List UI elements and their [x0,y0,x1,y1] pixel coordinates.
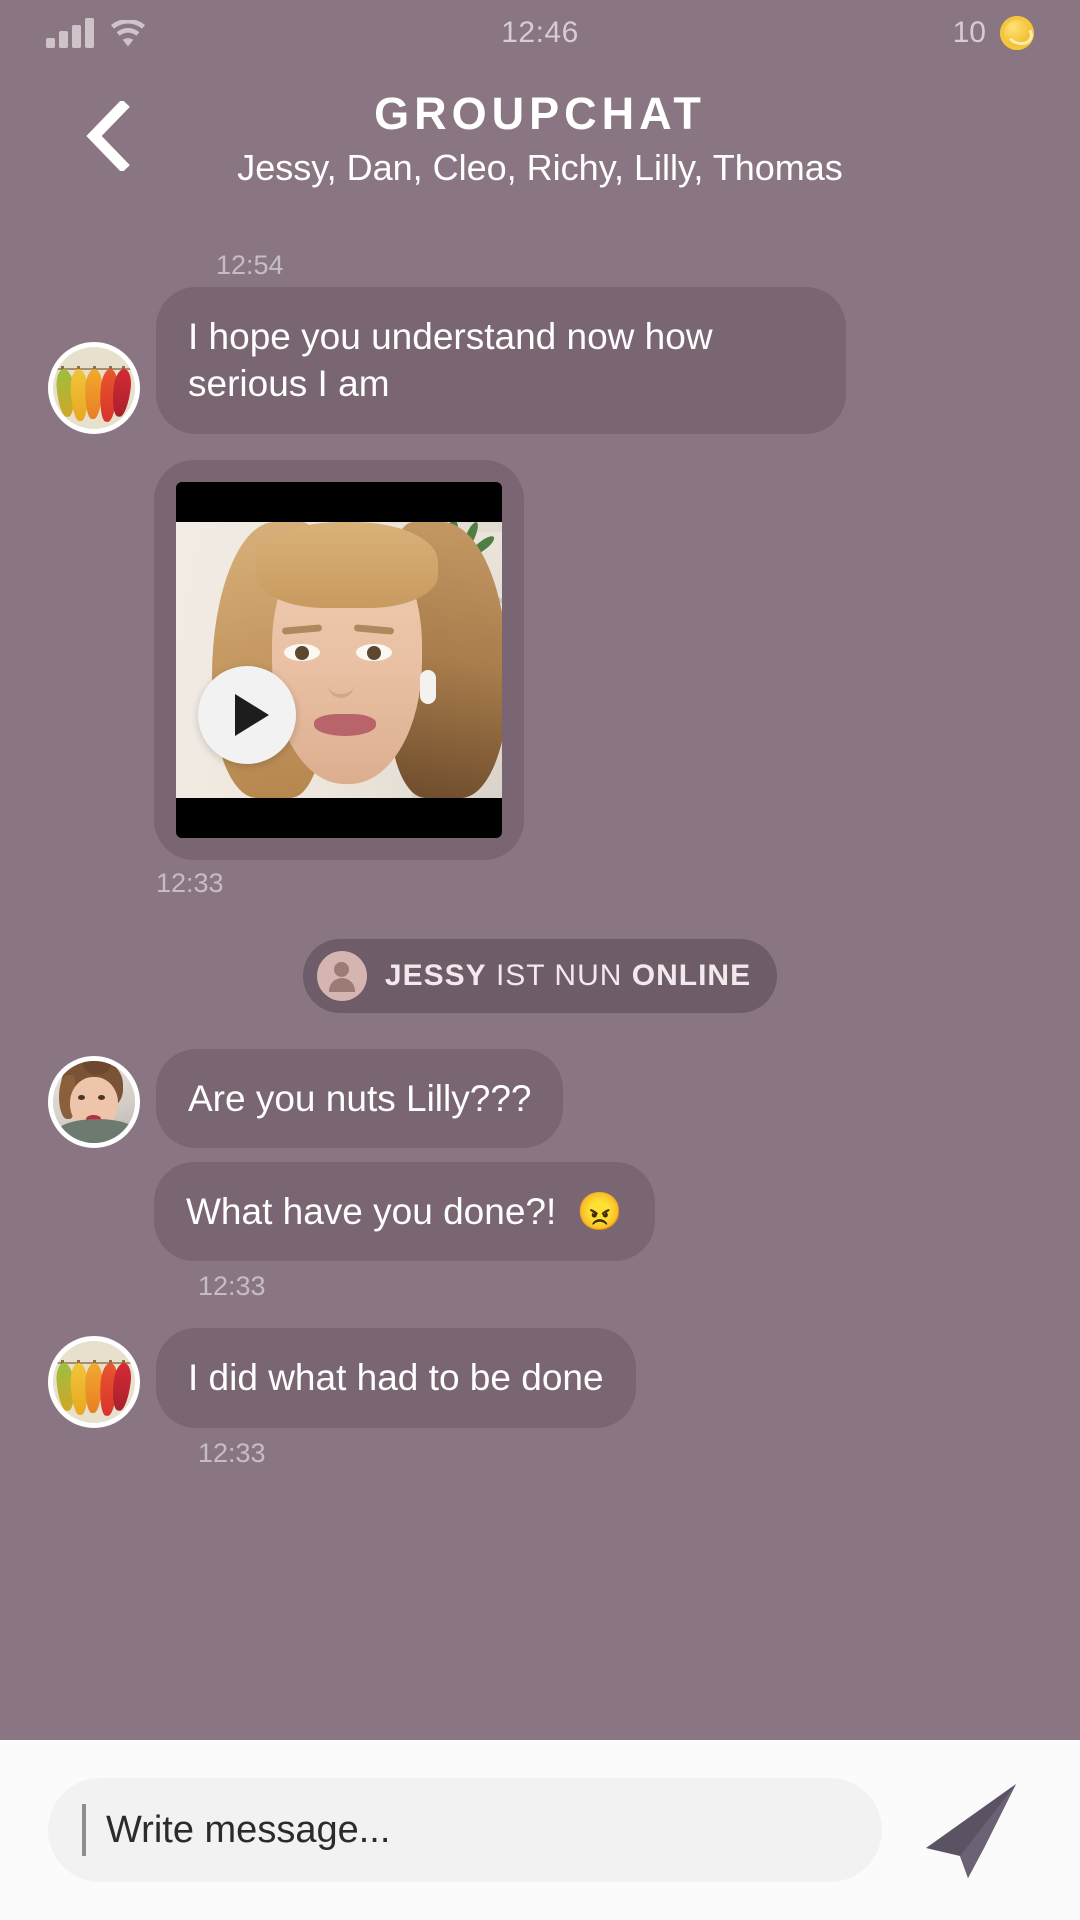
message-bubble[interactable]: I hope you understand now how serious I … [156,287,846,434]
play-icon[interactable] [198,665,296,764]
online-user-name: JESSY [384,958,487,992]
message-row: Are you nuts Lilly??? [48,1048,1032,1149]
online-middle-text: IST NUN [486,958,632,992]
online-status-badge: JESSY IST NUN ONLINE [302,938,778,1013]
message-row: What have you done?! 😠 [48,1162,1032,1262]
message-input-bar: Write message... [0,1740,1080,1920]
message-bubble[interactable]: Are you nuts Lilly??? [156,1048,564,1149]
message-timestamp: 12:33 [156,867,224,898]
message-row: I did what had to be done [48,1328,1032,1428]
message-row: I hope you understand now how serious I … [48,287,1032,434]
page-title: GROUPCHAT [374,87,706,139]
message-timestamp: 12:33 [198,1437,266,1468]
message-bubble[interactable]: I did what had to be done [156,1328,636,1428]
chat-screen: 12:46 10 GROUPCHAT Jessy, Dan, Cleo, Ric… [0,0,1080,1920]
status-bar: 12:46 10 [0,0,1080,66]
video-message-bubble[interactable] [154,459,524,860]
back-button[interactable] [78,101,134,171]
online-status-text: JESSY IST NUN ONLINE [385,959,751,993]
message-input-field[interactable]: Write message... [48,1778,882,1882]
status-time: 12:46 [501,16,579,49]
autumn-leaves-avatar[interactable] [48,341,140,434]
text-cursor [82,1804,86,1856]
chat-header: GROUPCHAT Jessy, Dan, Cleo, Richy, Lilly… [0,66,1080,206]
autumn-leaves-avatar[interactable] [48,1335,140,1428]
send-button[interactable] [912,1774,1032,1886]
conversation-timestamp: 12:54 [216,250,284,280]
person-icon [316,950,367,1001]
back-chevron-icon [86,101,130,171]
jessy-photo-avatar[interactable] [48,1056,140,1149]
participants-list: Jessy, Dan, Cleo, Richy, Lilly, Thomas [237,146,843,188]
coin-icon [1000,16,1034,50]
message-list[interactable]: 12:54 I hope you understand now how seri… [0,206,1080,1740]
send-paper-plane-icon [926,1784,1016,1878]
online-notice-row: JESSY IST NUN ONLINE [48,938,1032,1013]
message-timestamp: 12:33 [198,1271,266,1302]
video-thumbnail[interactable] [176,481,502,838]
message-bubble[interactable]: What have you done?! 😠 [154,1162,655,1262]
online-state-text: ONLINE [631,958,752,992]
message-input-placeholder: Write message... [106,1808,391,1851]
